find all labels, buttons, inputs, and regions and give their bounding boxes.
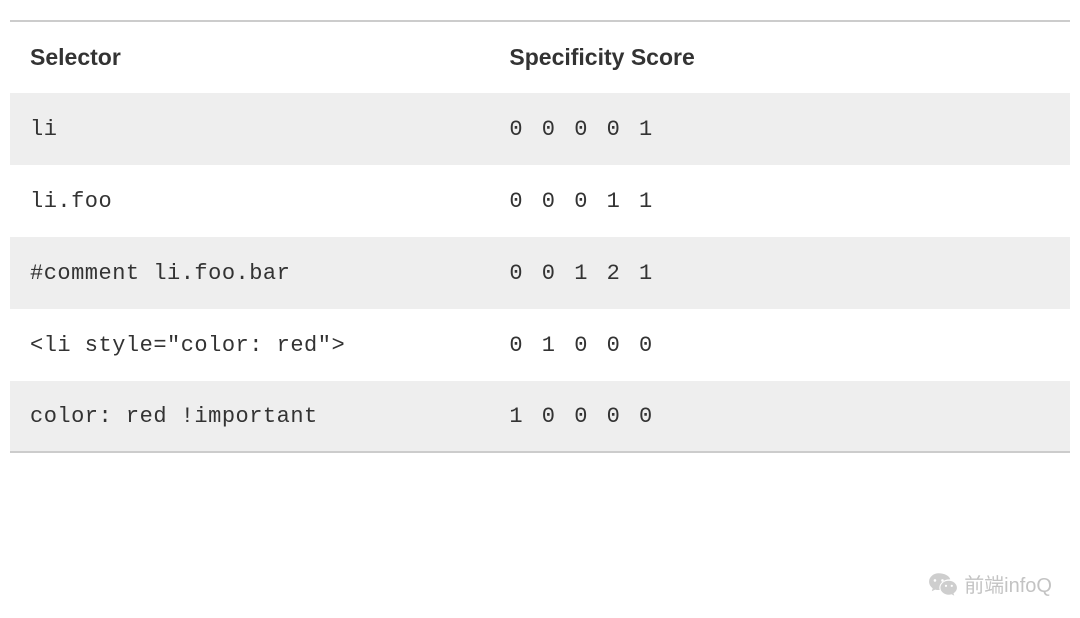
cell-selector: li.foo [30, 189, 509, 214]
table-header-row: Selector Specificity Score [10, 22, 1070, 93]
table-row: #comment li.foo.bar 0 0 1 2 1 [10, 237, 1070, 309]
cell-score: 0 0 0 1 1 [509, 189, 1050, 214]
header-score: Specificity Score [509, 44, 1050, 71]
cell-score: 0 0 1 2 1 [509, 261, 1050, 286]
cell-score: 1 0 0 0 0 [509, 404, 1050, 429]
wechat-icon [928, 571, 958, 597]
cell-score: 0 1 0 0 0 [509, 333, 1050, 358]
specificity-table: Selector Specificity Score li 0 0 0 0 1 … [10, 20, 1070, 453]
watermark: 前端infoQ [928, 569, 1052, 598]
cell-score: 0 0 0 0 1 [509, 117, 1050, 142]
cell-selector: #comment li.foo.bar [30, 261, 509, 286]
cell-selector: color: red !important [30, 404, 509, 429]
table-row: li 0 0 0 0 1 [10, 93, 1070, 165]
cell-selector: <li style="color: red"> [30, 333, 509, 358]
table-row: li.foo 0 0 0 1 1 [10, 165, 1070, 237]
header-selector: Selector [30, 44, 509, 71]
table-row: <li style="color: red"> 0 1 0 0 0 [10, 309, 1070, 381]
table-row: color: red !important 1 0 0 0 0 [10, 381, 1070, 453]
watermark-text: 前端infoQ [964, 569, 1052, 598]
cell-selector: li [30, 117, 509, 142]
